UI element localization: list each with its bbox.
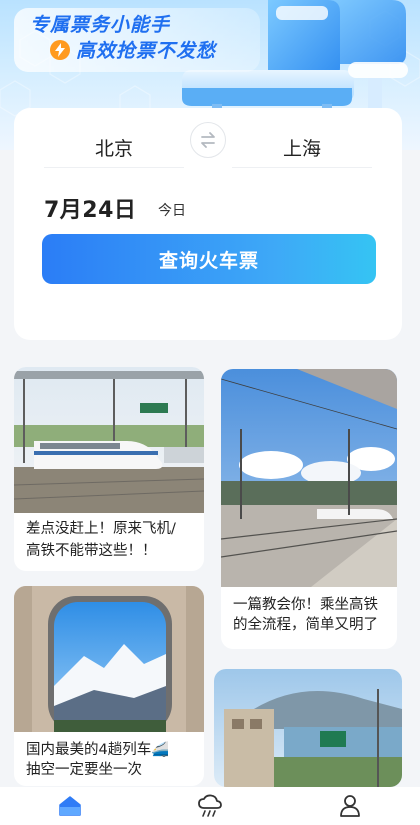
railway-platform-photo [221,369,397,587]
feed-caption-line1: 差点没赶上！原来飞机/ [26,521,176,537]
weather-icon [198,794,222,817]
feed-caption-line1: 国内最美的4趟列车🚄 [26,742,170,758]
nav-profile[interactable] [330,787,370,825]
slogan-title: 专属票务小能手 [30,14,171,36]
swap-cities-button[interactable] [190,122,226,158]
feed-card[interactable] [214,669,402,787]
ticket-search-card: 北京 上海 7月24日 今日 查询火车票 [14,108,402,340]
high-speed-train-photo [14,367,204,513]
feed-card[interactable]: 差点没赶上！原来飞机/ 高铁不能带这些！！ [14,367,204,571]
feed-caption-line2: 高铁不能带这些！！ [26,543,157,559]
date-note: 今日 [158,203,186,219]
feed-caption-line2: 抽空一定要坐一次 [26,762,142,778]
feed-card[interactable]: 一篇教会你！乘坐高铁 的全流程，简单又明了 [221,369,397,649]
feed-caption-line1: 一篇教会你！乘坐高铁 [233,597,378,613]
departure-date[interactable]: 7月24日 [44,192,136,224]
swap-arrows-icon [201,132,215,148]
bottom-navigation [0,787,420,825]
slogan-subtitle-row: 高效抢票不发愁 [50,36,216,63]
nav-home[interactable] [50,787,90,825]
home-icon [59,796,81,816]
departure-city[interactable]: 北京 [44,128,184,168]
coastal-town-photo [214,669,402,787]
nav-weather[interactable] [190,787,230,825]
arrival-city[interactable]: 上海 [232,128,372,168]
bolt-icon [50,39,70,60]
train-window-mountain-photo [14,586,204,732]
feed-caption-line2: 的全流程，简单又明了 [233,617,378,633]
slogan-subtitle: 高效抢票不发愁 [76,40,217,62]
search-tickets-button[interactable]: 查询火车票 [42,234,376,284]
profile-icon [340,795,360,817]
feed-card[interactable]: 国内最美的4趟列车🚄 抽空一定要坐一次 [14,586,204,786]
